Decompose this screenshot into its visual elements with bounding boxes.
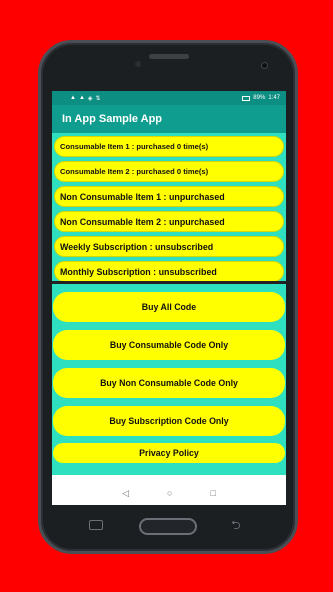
consumable-item-1-status: Consumable Item 1 : purchased 0 time(s) (54, 136, 284, 157)
signal-icon-2: ▲ (78, 95, 85, 101)
system-nav-bar: ◁ ○ □ (52, 481, 286, 505)
hardware-recents-icon[interactable] (89, 520, 103, 530)
app-title: In App Sample App (62, 113, 163, 125)
wifi-icon: ◈ (87, 95, 93, 102)
back-icon[interactable]: ◁ (122, 488, 129, 499)
hardware-back-icon[interactable]: ⮌ (231, 516, 241, 537)
non-consumable-item-1-status: Non Consumable Item 1 : unpurchased (54, 186, 284, 207)
screen: ▲ ▲ ◈ ⇅ 89% 1:47 In App Sample App Consu… (52, 91, 286, 505)
battery-percent: 89% (253, 95, 266, 101)
consumable-item-2-status: Consumable Item 2 : purchased 0 time(s) (54, 161, 284, 182)
signal-icon: ▲ (70, 95, 76, 101)
purchase-buttons: Buy All Code Buy Consumable Code Only Bu… (52, 284, 286, 475)
monthly-subscription-status: Monthly Subscription : unsubscribed (54, 261, 284, 282)
buy-all-code-button[interactable]: Buy All Code (53, 292, 285, 322)
weekly-subscription-status: Weekly Subscription : unsubscribed (54, 236, 284, 257)
status-right: 89% 1:47 (242, 95, 280, 101)
purchase-status-list: Consumable Item 1 : purchased 0 time(s) … (52, 133, 286, 282)
phone-frame: ▲ ▲ ◈ ⇅ 89% 1:47 In App Sample App Consu… (38, 40, 298, 554)
app-bar: In App Sample App (52, 105, 286, 133)
non-consumable-item-2-status: Non Consumable Item 2 : unpurchased (54, 211, 284, 232)
status-bar: ▲ ▲ ◈ ⇅ 89% 1:47 (52, 91, 286, 105)
buy-consumable-code-button[interactable]: Buy Consumable Code Only (53, 330, 285, 360)
recents-icon[interactable]: □ (210, 488, 215, 498)
status-left-icons: ▲ ▲ ◈ ⇅ (70, 95, 101, 102)
proximity-sensor (135, 61, 141, 67)
status-time: 1:47 (268, 95, 280, 101)
data-transfer-icon: ⇅ (95, 95, 101, 102)
home-icon[interactable]: ○ (167, 488, 172, 498)
hardware-keys: ⮌ (41, 511, 295, 541)
buy-subscription-code-button[interactable]: Buy Subscription Code Only (53, 406, 285, 436)
battery-icon (242, 95, 251, 101)
privacy-policy-button[interactable]: Privacy Policy (53, 443, 285, 463)
hardware-home-button[interactable] (139, 518, 197, 535)
buy-non-consumable-code-button[interactable]: Buy Non Consumable Code Only (53, 368, 285, 398)
front-camera (261, 62, 268, 69)
earpiece-speaker (149, 54, 189, 59)
